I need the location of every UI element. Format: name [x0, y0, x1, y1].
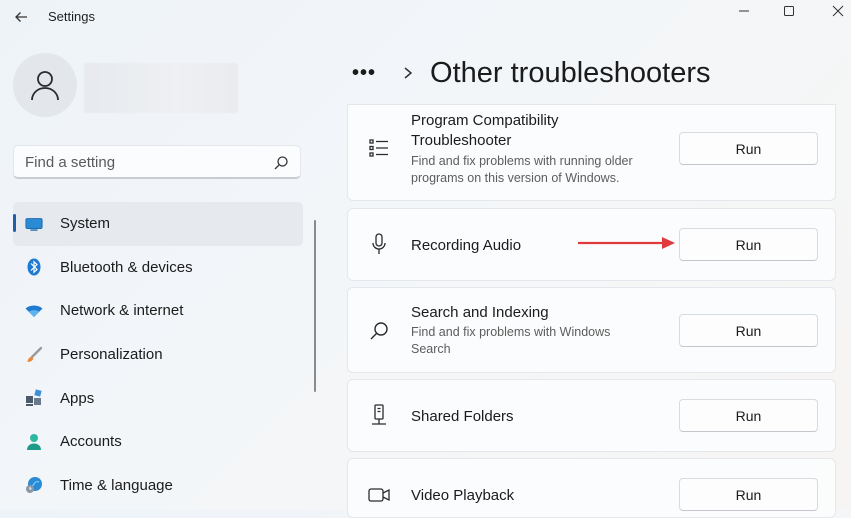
- search-input[interactable]: Find a setting: [25, 154, 115, 171]
- troubleshooter-title: Search and Indexing: [411, 304, 549, 321]
- troubleshooter-card-shared-folders: Shared Folders Run: [347, 379, 836, 452]
- sidebar-item-label: Time & language: [60, 476, 173, 494]
- troubleshooter-title: Shared Folders: [411, 408, 514, 425]
- title-bar: Settings: [0, 0, 851, 34]
- search-icon: [368, 320, 390, 342]
- troubleshooter-card-search-indexing: Search and Indexing Find and fix problem…: [347, 287, 836, 373]
- avatar: [13, 53, 77, 117]
- minimize-button[interactable]: [721, 0, 767, 22]
- chevron-right-icon: [404, 67, 413, 79]
- bluetooth-icon: [25, 258, 43, 276]
- sidebar-item-label: Apps: [60, 389, 95, 407]
- close-button[interactable]: [815, 0, 851, 22]
- sidebar-scrollbar[interactable]: [314, 220, 316, 392]
- sidebar-item-label: System: [60, 215, 111, 233]
- troubleshooter-card-program-compatibility: Program Compatibility Troubleshooter Fin…: [347, 104, 836, 201]
- run-button-search-indexing[interactable]: Run: [679, 314, 818, 347]
- video-camera-icon: [368, 484, 390, 506]
- apps-icon: [25, 389, 43, 407]
- breadcrumb: ••• Other troubleshooters: [352, 54, 711, 92]
- window-title: Settings: [48, 9, 95, 24]
- sidebar-item-network[interactable]: Network & internet: [13, 289, 303, 333]
- search-box[interactable]: Find a setting: [13, 145, 301, 179]
- sidebar-item-accounts[interactable]: Accounts: [13, 420, 303, 464]
- sidebar-item-label: Bluetooth & devices: [60, 258, 193, 276]
- sidebar-item-apps[interactable]: Apps: [13, 376, 303, 420]
- monitor-icon: [25, 215, 43, 233]
- page-title: Other troubleshooters: [430, 56, 711, 89]
- maximize-icon: [784, 6, 794, 16]
- maximize-button[interactable]: [766, 0, 812, 22]
- list-icon: [368, 137, 390, 159]
- close-icon: [832, 5, 844, 17]
- sidebar-item-bluetooth[interactable]: Bluetooth & devices: [13, 246, 303, 290]
- search-icon[interactable]: [273, 155, 289, 171]
- sidebar-item-personalization[interactable]: Personalization: [13, 333, 303, 377]
- sidebar-item-label: Personalization: [60, 346, 163, 364]
- back-arrow-icon: [15, 12, 27, 22]
- microphone-icon: [368, 233, 390, 255]
- minimize-icon: [739, 10, 749, 12]
- run-button-video-playback[interactable]: Run: [679, 478, 818, 511]
- person-avatar-icon: [31, 71, 59, 101]
- run-button-recording-audio[interactable]: Run: [679, 228, 818, 261]
- globe-clock-icon: [25, 476, 43, 494]
- person-icon: [25, 433, 43, 451]
- back-button[interactable]: [8, 4, 34, 30]
- wifi-icon: [25, 302, 43, 320]
- breadcrumb-overflow-button[interactable]: •••: [352, 62, 376, 85]
- troubleshooter-title: Recording Audio: [411, 237, 522, 254]
- sidebar-item-time-language[interactable]: Time & language: [13, 464, 303, 508]
- redacted-user-name: [84, 63, 238, 113]
- annotation-arrow-icon: [578, 237, 675, 249]
- sidebar-item-label: Accounts: [60, 433, 122, 451]
- troubleshooter-description: Find and fix problems with running older…: [411, 154, 633, 185]
- brush-icon: [25, 346, 43, 364]
- shared-folder-icon: [368, 404, 390, 426]
- troubleshooter-description: Find and fix problems with Windows Searc…: [411, 325, 611, 356]
- sidebar-nav: System Bluetooth & devices Network & int…: [13, 202, 303, 507]
- troubleshooter-title: Program Compatibility Troubleshooter: [411, 112, 559, 149]
- run-button-shared-folders[interactable]: Run: [679, 399, 818, 432]
- troubleshooter-card-video-playback: Video Playback Run: [347, 458, 836, 518]
- sidebar-item-label: Network & internet: [60, 302, 184, 320]
- run-button-program-compatibility[interactable]: Run: [679, 132, 818, 165]
- troubleshooter-title: Video Playback: [411, 487, 515, 504]
- sidebar-item-system[interactable]: System: [13, 202, 303, 246]
